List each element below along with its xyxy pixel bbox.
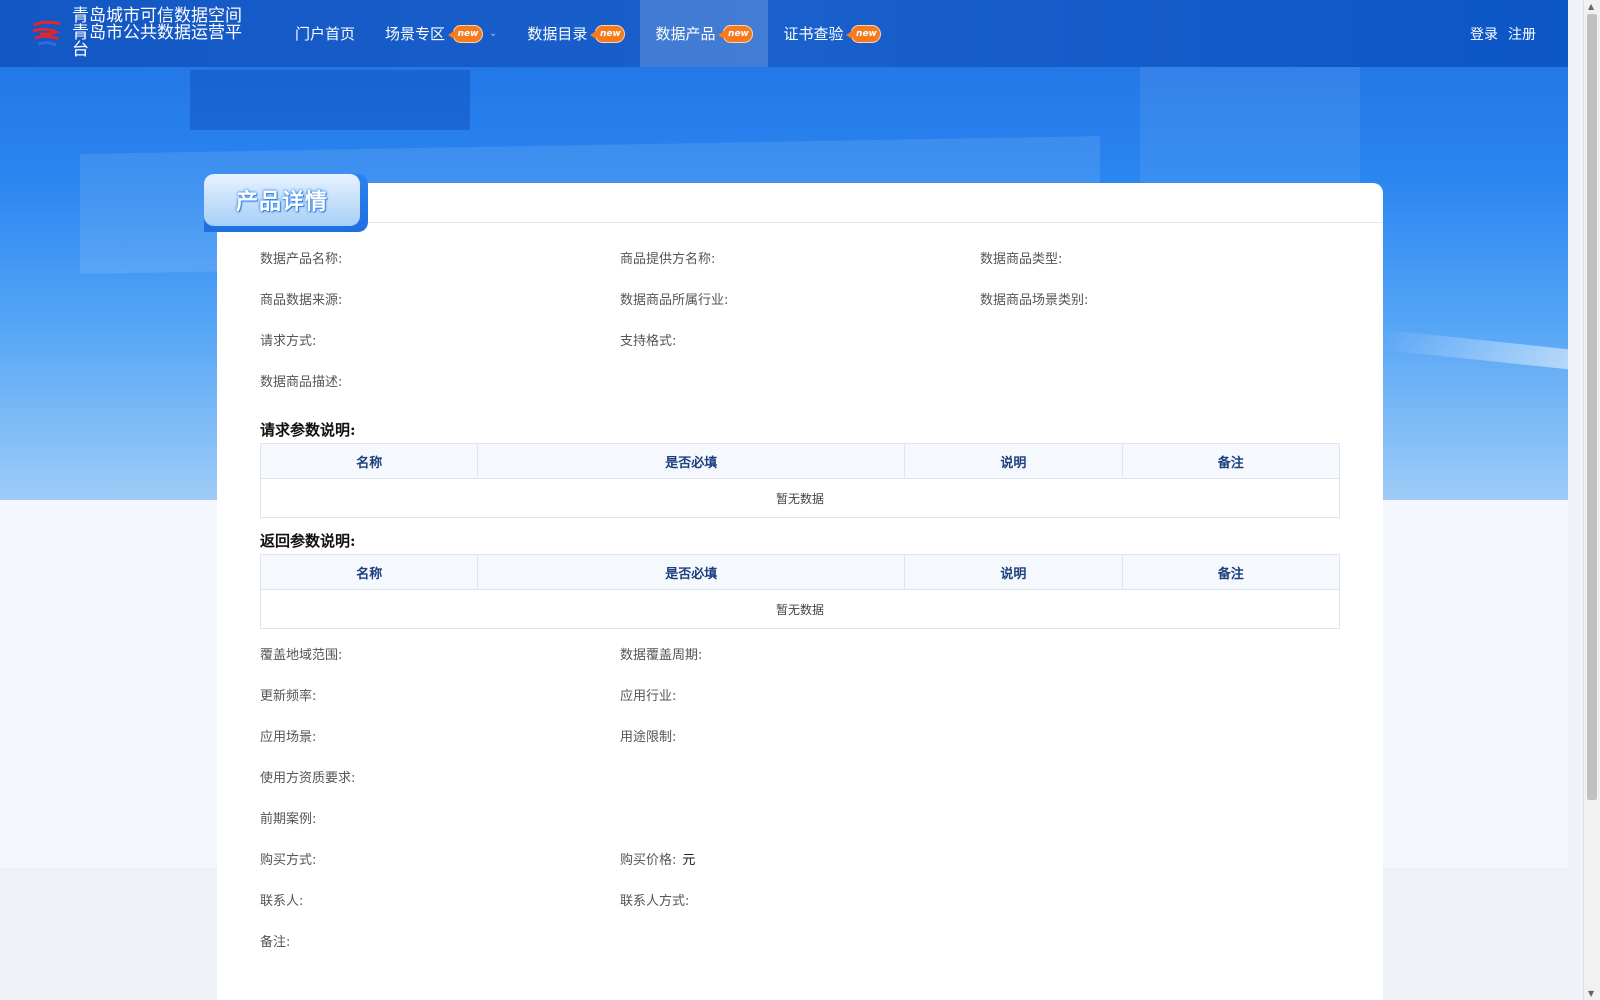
- app-industry-field: 应用行业:: [620, 689, 677, 704]
- field-row: 商品数据来源: 数据商品所属行业: 数据商品场景类别:: [217, 278, 1383, 319]
- usage-limit-field: 用途限制:: [620, 730, 677, 745]
- app-scene-field: 应用场景:: [260, 730, 317, 745]
- response-params-title: 返回参数说明:: [260, 531, 356, 550]
- column-header: 名称: [260, 443, 479, 479]
- register-link[interactable]: 注册: [1508, 24, 1536, 44]
- field-row: 备注:: [217, 920, 1383, 961]
- column-header: 是否必填: [477, 443, 906, 479]
- nav-item-label: 证书查验: [783, 25, 844, 43]
- platform-logo-icon: [32, 20, 61, 46]
- price-field: 购买价格: 元: [620, 849, 980, 868]
- product-name-field: 数据产品名称:: [260, 252, 343, 267]
- top-navbar: 青岛城市可信数据空间 青岛市公共数据运营平台 门户首页 场景专区 new ⌄ 数…: [0, 0, 1568, 67]
- data-source-field: 商品数据来源:: [260, 293, 343, 308]
- new-badge: new: [718, 24, 754, 43]
- product-type-field: 数据商品类型:: [980, 252, 1063, 267]
- field-row: 更新频率: 应用行业:: [217, 674, 1383, 715]
- coverage-period-field: 数据覆盖周期:: [620, 648, 703, 663]
- request-params-table: 名称 是否必填 说明 备注 暂无数据: [260, 443, 1340, 518]
- brand[interactable]: 青岛城市可信数据空间 青岛市公共数据运营平台: [30, 8, 280, 59]
- column-header: 说明: [904, 554, 1123, 590]
- login-link[interactable]: 登录: [1470, 24, 1498, 44]
- price-unit: 元: [682, 853, 696, 868]
- column-header: 是否必填: [477, 554, 906, 590]
- empty-data-text: 暂无数据: [775, 491, 824, 506]
- column-header: 备注: [1122, 554, 1340, 590]
- scroll-up-arrow-icon[interactable]: ▲: [1588, 2, 1594, 11]
- coverage-region-field: 覆盖地域范围:: [260, 648, 343, 663]
- contact-method-field: 联系人方式:: [620, 894, 690, 909]
- nav-item-products[interactable]: 数据产品 new: [640, 0, 769, 67]
- empty-data-text: 暂无数据: [775, 602, 824, 617]
- request-params-title: 请求参数说明:: [260, 420, 356, 439]
- field-row: 购买方式: 购买价格: 元: [217, 838, 1383, 879]
- field-row: 请求方式: 支持格式:: [217, 319, 1383, 360]
- nav-item-label: 数据目录: [527, 25, 588, 43]
- nav-item-label: 门户首页: [295, 25, 356, 43]
- remark-field: 备注:: [260, 935, 291, 950]
- scroll-down-arrow-icon[interactable]: ▼: [1588, 989, 1594, 998]
- field-row: 前期案例:: [217, 797, 1383, 838]
- formats-field: 支持格式:: [620, 334, 677, 349]
- nav-item-label: 场景专区: [385, 25, 446, 43]
- new-badge: new: [590, 24, 626, 43]
- response-params-table: 名称 是否必填 说明 备注 暂无数据: [260, 554, 1340, 629]
- provider-name-field: 商品提供方名称:: [620, 252, 716, 267]
- brand-title: 青岛城市可信数据空间 青岛市公共数据运营平台: [72, 8, 247, 59]
- industry-field: 数据商品所属行业:: [620, 293, 729, 308]
- scrollbar-thumb[interactable]: [1587, 14, 1597, 800]
- column-header: 名称: [260, 554, 479, 590]
- main-nav: 门户首页 场景专区 new ⌄ 数据目录 new 数据产品 new 证书查验 n…: [280, 0, 896, 67]
- update-frequency-field: 更新频率:: [260, 689, 317, 704]
- nav-item-catalog[interactable]: 数据目录 new: [512, 0, 640, 67]
- nav-item-scenes[interactable]: 场景专区 new ⌄: [370, 0, 512, 67]
- purchase-method-field: 购买方式:: [260, 853, 317, 868]
- nav-item-home[interactable]: 门户首页: [280, 0, 370, 67]
- column-header: 备注: [1122, 443, 1340, 479]
- scene-category-field: 数据商品场景类别:: [980, 293, 1089, 308]
- request-method-field: 请求方式:: [260, 334, 317, 349]
- nav-item-label: 数据产品: [655, 25, 716, 43]
- field-row: 使用方资质要求:: [217, 756, 1383, 797]
- field-row: 覆盖地域范围: 数据覆盖周期:: [217, 633, 1383, 674]
- description-field: 数据商品描述:: [260, 375, 343, 390]
- nav-item-certificate[interactable]: 证书查验 new: [768, 0, 896, 67]
- field-row: 联系人: 联系人方式:: [217, 879, 1383, 920]
- new-badge: new: [448, 24, 484, 43]
- page-scrollbar[interactable]: ▲ ▼: [1583, 0, 1600, 1000]
- brand-line2: 青岛市公共数据运营平台: [72, 23, 242, 60]
- cases-field: 前期案例:: [260, 812, 317, 827]
- contact-field: 联系人:: [260, 894, 304, 909]
- card-header: [217, 183, 1383, 223]
- field-row: 数据商品描述:: [217, 360, 1383, 401]
- price-label: 购买价格:: [620, 853, 677, 868]
- field-row: 应用场景: 用途限制:: [217, 715, 1383, 756]
- new-badge: new: [846, 24, 882, 43]
- auth-links: 登录 注册: [1470, 24, 1536, 44]
- column-header: 说明: [904, 443, 1123, 479]
- field-row: 数据产品名称: 商品提供方名称: 数据商品类型:: [217, 237, 1383, 278]
- page-title: 产品详情: [235, 190, 328, 215]
- product-detail-card: 数据产品名称: 商品提供方名称: 数据商品类型: 商品数据来源: 数据商品所属行…: [217, 183, 1383, 1000]
- page-title-tab: 产品详情: [204, 174, 368, 232]
- chevron-down-icon: ⌄: [489, 28, 498, 39]
- qualification-field: 使用方资质要求:: [260, 771, 356, 786]
